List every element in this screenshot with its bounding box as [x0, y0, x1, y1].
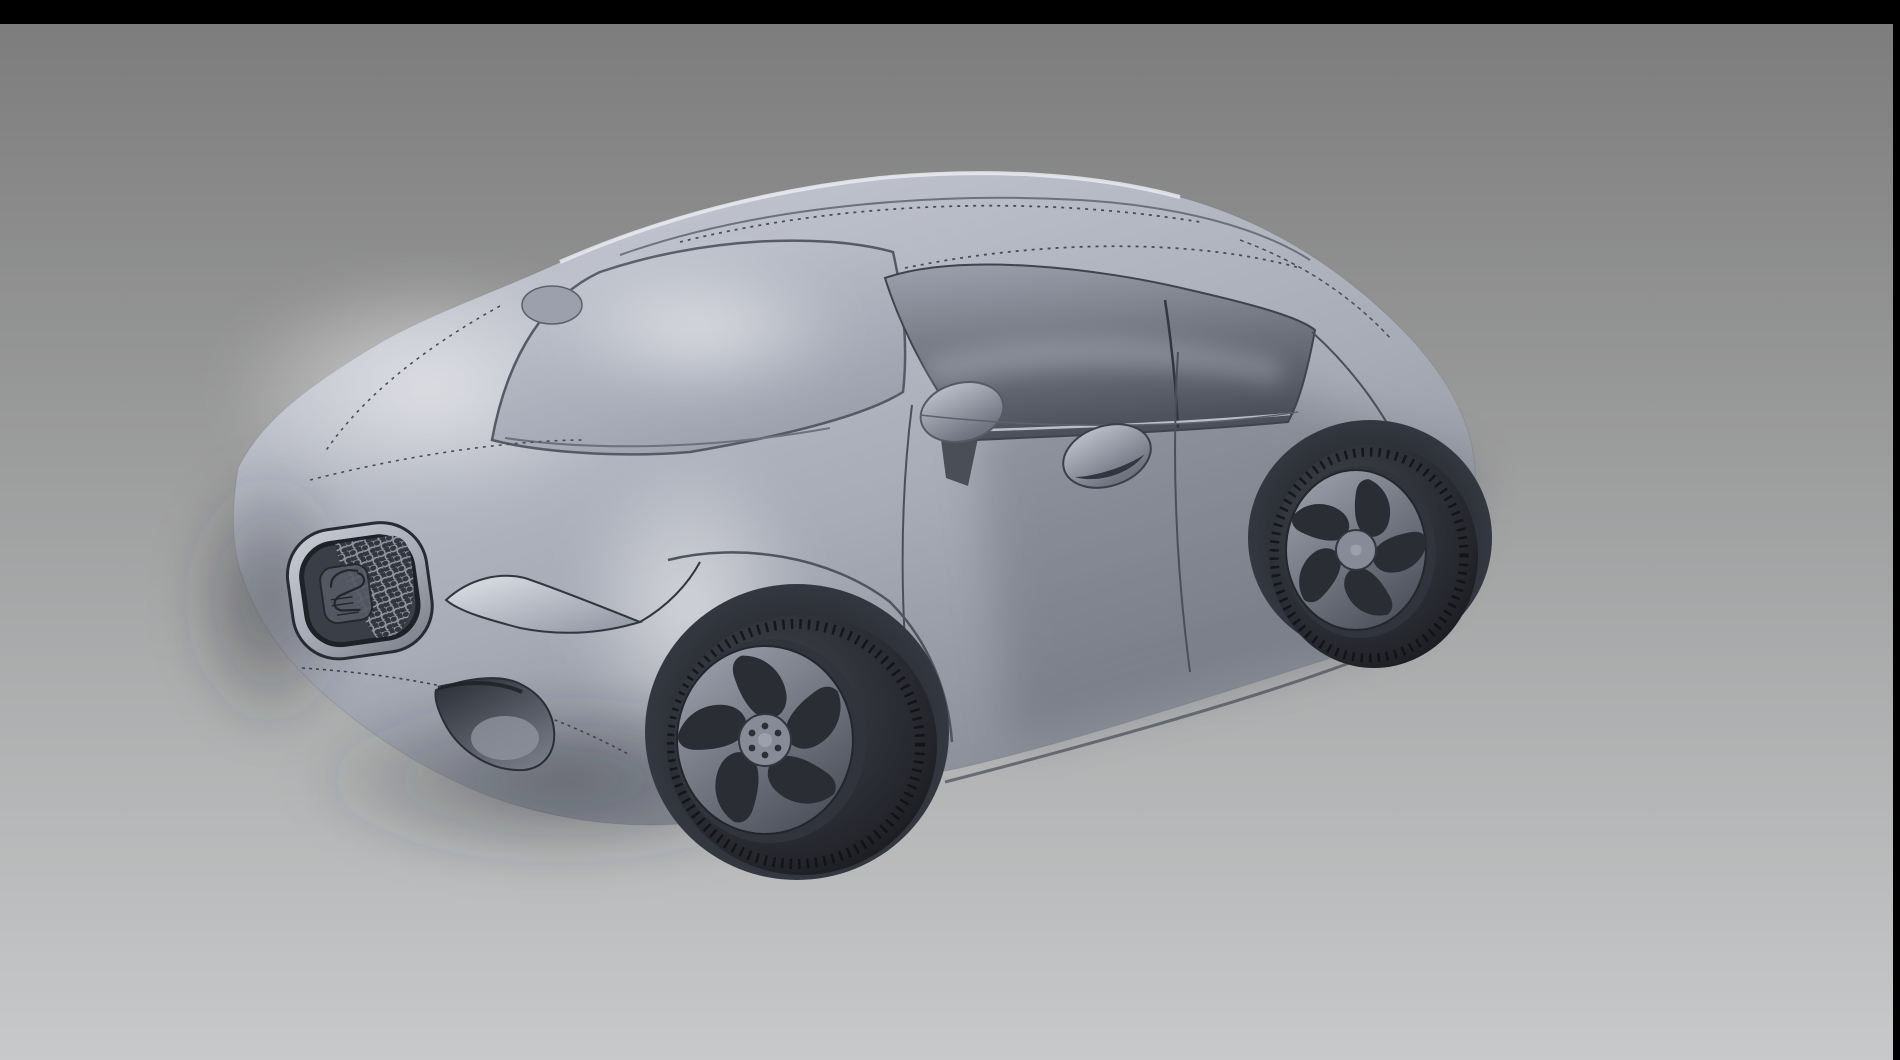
left-mirror: [522, 286, 582, 324]
rear-hub: [1336, 530, 1376, 570]
brand-badge: [318, 563, 373, 625]
render-screen: [0, 0, 1900, 1060]
3d-viewport[interactable]: [0, 0, 1900, 1060]
windshield-reflection: [550, 260, 850, 400]
front-grille: [281, 517, 438, 665]
front-wheel: [645, 584, 949, 880]
top-letterbox-bar: [0, 0, 1900, 24]
right-letterbox-strip: [1893, 0, 1900, 1060]
front-hub: [739, 714, 791, 766]
